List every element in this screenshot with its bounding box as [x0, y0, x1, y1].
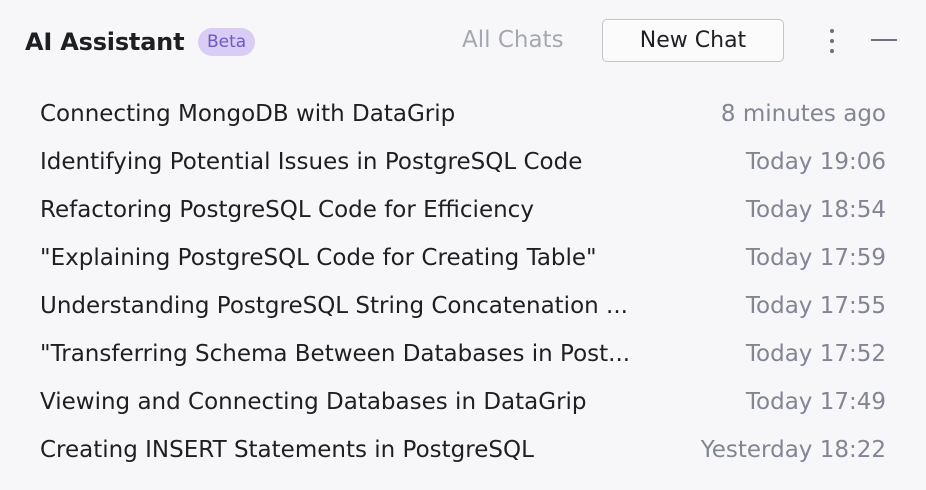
chat-list-item[interactable]: "Explaining PostgreSQL Code for Creating… — [0, 234, 926, 282]
beta-badge: Beta — [198, 28, 256, 56]
chat-timestamp: Today 18:54 — [745, 197, 886, 223]
chat-list-item[interactable]: Connecting MongoDB with DataGrip 8 minut… — [0, 90, 926, 138]
assistant-header: AI Assistant Beta All Chats New Chat — [0, 0, 926, 84]
chat-timestamp: Yesterday 18:22 — [700, 437, 886, 463]
chat-timestamp: 8 minutes ago — [720, 101, 886, 127]
chat-list-item[interactable]: "Transferring Schema Between Databases i… — [0, 330, 926, 378]
chat-list-item[interactable]: Understanding PostgreSQL String Concaten… — [0, 282, 926, 330]
chat-title: "Explaining PostgreSQL Code for Creating… — [40, 245, 597, 271]
chat-list-item[interactable]: Refactoring PostgreSQL Code for Efficien… — [0, 186, 926, 234]
chat-list-item[interactable]: Viewing and Connecting Databases in Data… — [0, 378, 926, 426]
chat-title: "Transferring Schema Between Databases i… — [40, 341, 631, 367]
chat-title: Creating INSERT Statements in PostgreSQL — [40, 437, 534, 463]
chat-title: Refactoring PostgreSQL Code for Efficien… — [40, 197, 534, 223]
chat-history-list: Connecting MongoDB with DataGrip 8 minut… — [0, 90, 926, 474]
chat-timestamp: Today 17:59 — [745, 245, 886, 271]
chat-title: Identifying Potential Issues in PostgreS… — [40, 149, 583, 175]
chat-timestamp: Today 19:06 — [745, 149, 886, 175]
chat-timestamp: Today 17:55 — [745, 293, 886, 319]
chat-title: Connecting MongoDB with DataGrip — [40, 101, 456, 127]
chat-list-item[interactable]: Creating INSERT Statements in PostgreSQL… — [0, 426, 926, 474]
chat-title: Understanding PostgreSQL String Concaten… — [40, 293, 628, 319]
minimize-icon[interactable] — [870, 30, 898, 50]
panel-title: AI Assistant — [25, 28, 185, 56]
new-chat-button[interactable]: New Chat — [602, 19, 784, 62]
all-chats-link[interactable]: All Chats — [462, 24, 564, 56]
more-vertical-icon[interactable] — [822, 27, 842, 55]
chat-list-item[interactable]: Identifying Potential Issues in PostgreS… — [0, 138, 926, 186]
chat-title: Viewing and Connecting Databases in Data… — [40, 389, 587, 415]
chat-timestamp: Today 17:49 — [745, 389, 886, 415]
chat-timestamp: Today 17:52 — [745, 341, 886, 367]
